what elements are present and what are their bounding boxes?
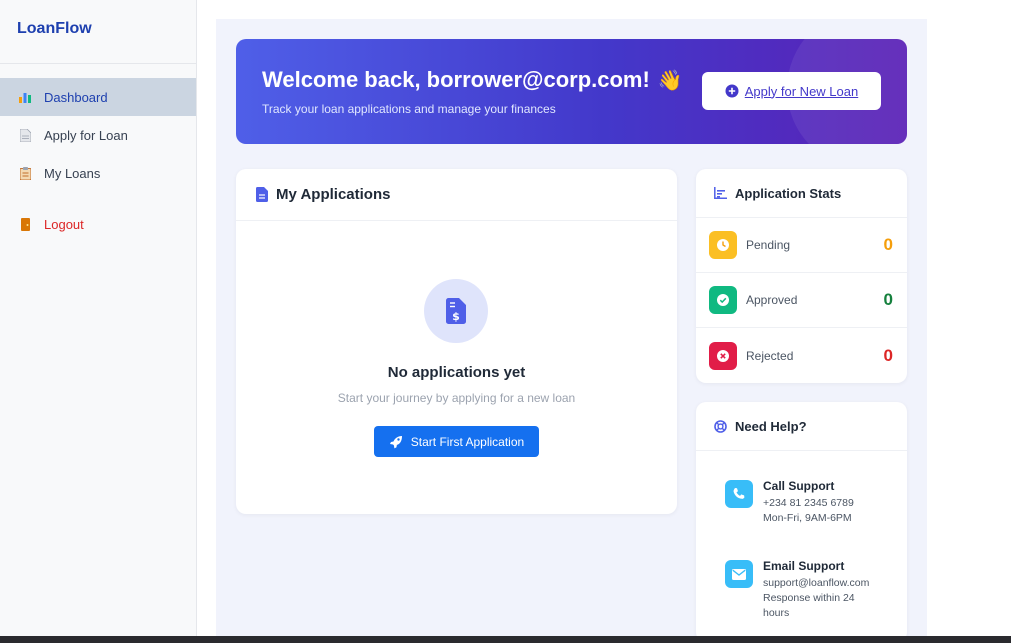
application-stats-header: Application Stats: [696, 169, 907, 218]
call-support[interactable]: Call Support +234 81 2345 6789 Mon-Fri, …: [725, 479, 854, 526]
email-support-address: support@loanflow.com: [763, 577, 870, 589]
call-support-phone: +234 81 2345 6789: [763, 497, 854, 509]
email-support[interactable]: Email Support support@loanflow.com Respo…: [725, 559, 870, 621]
stat-row-rejected: Rejected 0: [696, 328, 907, 383]
life-ring-icon: [714, 419, 727, 433]
application-stats-title: Application Stats: [735, 185, 842, 201]
wave-emoji-icon: 👋: [657, 70, 683, 92]
start-first-application-label: Start First Application: [410, 434, 525, 449]
email-support-response-cont: hours: [763, 607, 790, 619]
sidebar-item-label: Logout: [44, 216, 84, 232]
empty-state-illustration: $: [424, 279, 488, 343]
clock-icon: [709, 231, 737, 259]
check-circle-icon: [709, 286, 737, 314]
bar-chart-icon: [18, 90, 32, 104]
stat-label: Rejected: [746, 348, 794, 363]
sidebar-item-logout[interactable]: Logout: [0, 205, 196, 243]
sidebar-item-my-loans[interactable]: My Loans: [0, 154, 196, 192]
x-circle-icon: [709, 341, 737, 370]
stat-row-approved: Approved 0: [696, 273, 907, 328]
sidebar-item-apply-for-loan[interactable]: Apply for Loan: [0, 116, 196, 154]
start-first-application-button[interactable]: Start First Application: [374, 426, 539, 457]
sidebar-item-label: Dashboard: [44, 89, 108, 105]
stat-label: Pending: [746, 238, 791, 252]
my-applications-card: My Applications $ No applications yet St…: [236, 169, 677, 514]
empty-state-subtitle: Start your journey by applying for a new…: [337, 391, 576, 405]
stat-value: 0: [883, 290, 893, 309]
my-applications-title: My Applications: [276, 186, 391, 203]
envelope-icon: [725, 560, 753, 588]
need-help-title: Need Help?: [735, 418, 807, 434]
phone-icon: [725, 480, 753, 508]
email-support-response: Response within 24: [763, 592, 855, 604]
apply-new-loan-button[interactable]: Apply for New Loan: [702, 72, 881, 110]
stat-value: 0: [883, 345, 893, 365]
document-icon: [18, 128, 32, 142]
welcome-banner: Welcome back, borrower@corp.com! 👋 Track …: [236, 39, 907, 144]
email-support-title: Email Support: [763, 559, 845, 573]
main-content: Welcome back, borrower@corp.com! 👋 Track …: [216, 19, 927, 642]
brand-logo[interactable]: LoanFlow: [0, 0, 196, 64]
need-help-card: Need Help? Call Support +234 81 2345 678…: [696, 402, 907, 642]
apply-new-loan-label: Apply for New Loan: [744, 83, 859, 99]
empty-state-title: No applications yet: [387, 364, 526, 381]
need-help-header: Need Help?: [696, 402, 907, 451]
file-icon: [256, 187, 268, 202]
chart-bar-icon: [714, 187, 727, 199]
stat-row-pending: Pending 0: [696, 218, 907, 273]
plus-circle-icon: [725, 84, 739, 98]
call-support-text: Call Support +234 81 2345 6789 Mon-Fri, …: [763, 479, 854, 526]
sidebar-item-dashboard[interactable]: Dashboard: [0, 78, 196, 116]
sidebar-item-label: Apply for Loan: [44, 127, 128, 143]
stat-label: Approved: [746, 293, 798, 307]
welcome-subtitle: Track your loan applications and manage …: [262, 102, 556, 116]
taskbar-strip: [0, 636, 1011, 643]
svg-text:$: $: [452, 310, 460, 323]
sidebar-nav: Dashboard Apply for Loan My Loans Logout: [0, 64, 196, 243]
welcome-title: Welcome back, borrower@corp.com! 👋: [262, 67, 683, 92]
application-stats-card: Application Stats Pending 0 Approved 0 R…: [696, 169, 907, 383]
rocket-icon: [389, 435, 402, 448]
stat-value: 0: [883, 235, 893, 254]
my-applications-header: My Applications: [236, 169, 677, 221]
invoice-dollar-icon: $: [446, 298, 466, 324]
sidebar-item-label: My Loans: [44, 165, 101, 181]
call-support-hours: Mon-Fri, 9AM-6PM: [763, 512, 852, 524]
email-support-text: Email Support support@loanflow.com Respo…: [763, 559, 870, 621]
clipboard-icon: [18, 166, 32, 180]
call-support-title: Call Support: [763, 479, 835, 493]
door-icon: [18, 217, 32, 231]
sidebar: LoanFlow Dashboard Apply for Loan My Loa…: [0, 0, 197, 636]
